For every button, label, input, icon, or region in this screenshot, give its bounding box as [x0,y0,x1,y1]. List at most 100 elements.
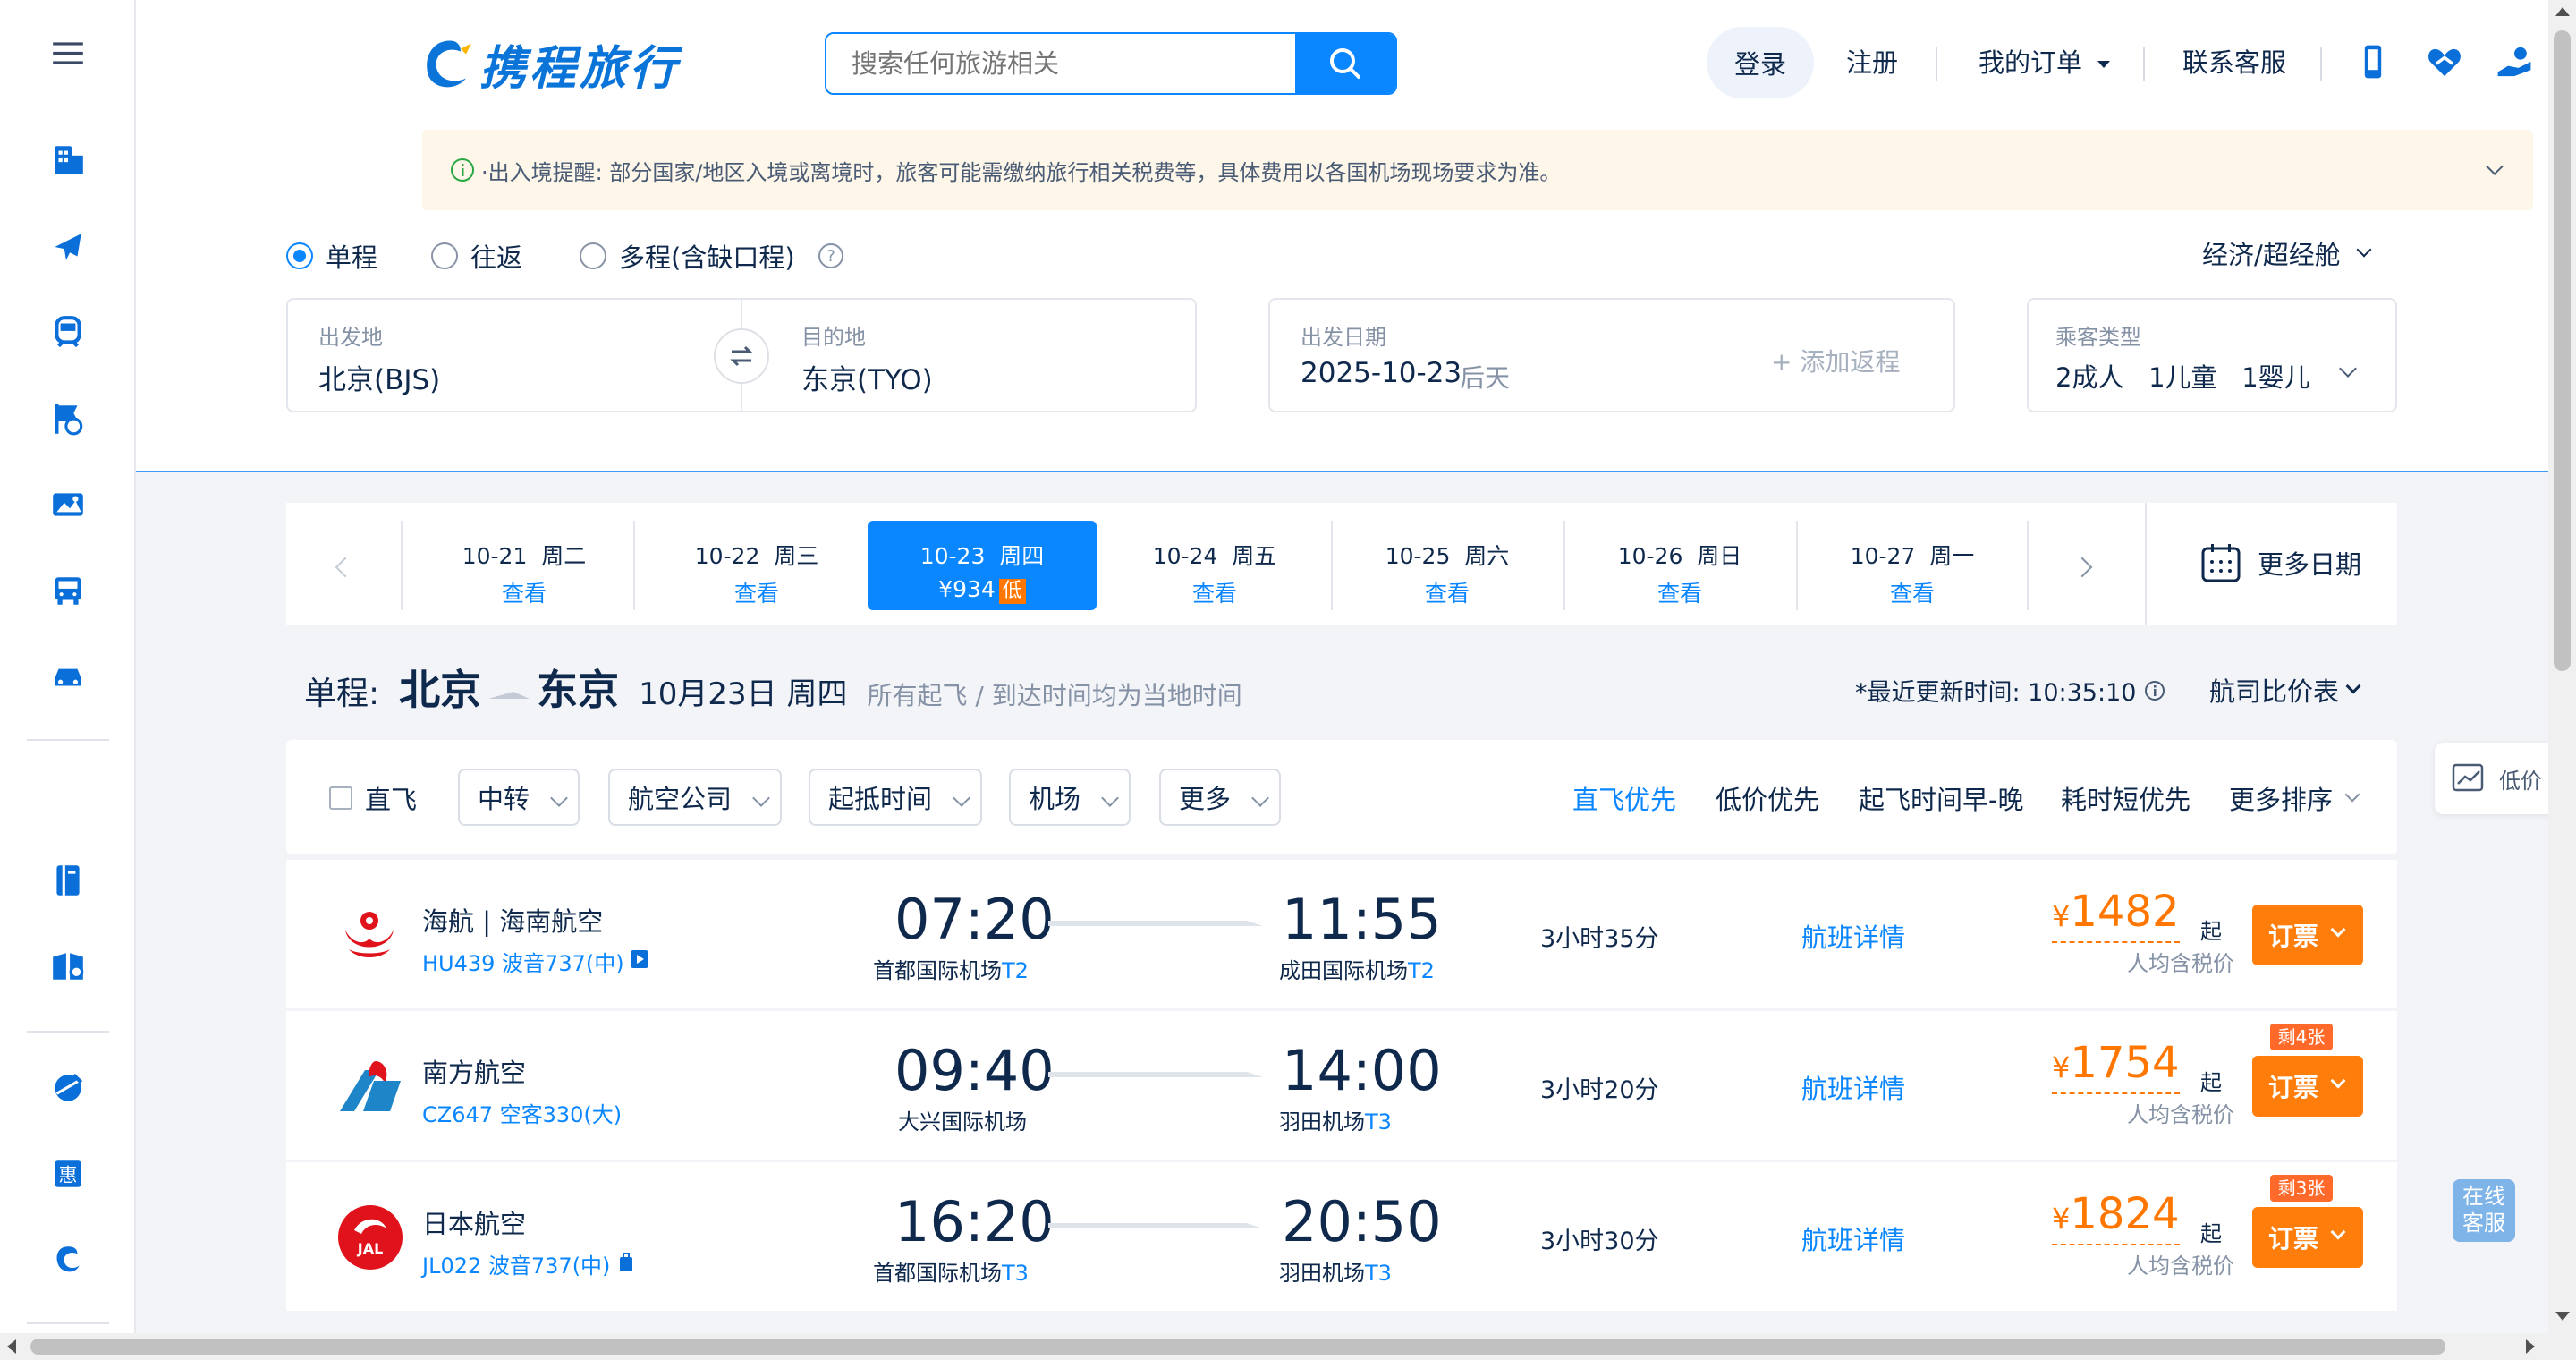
departure-airport-name: 大兴国际机场 [898,1109,1027,1135]
chevron-down-icon [550,789,568,807]
flight-details-link[interactable]: 航班详情 [1801,1220,1905,1257]
notice-expand-icon[interactable] [2486,157,2504,175]
origin-value: 北京(BJS) [318,364,441,396]
vertical-scrollbar[interactable] [2548,0,2576,1333]
global-icon[interactable] [45,1065,91,1111]
passenger-type-field[interactable]: 乘客类型 2成人 1儿童 1婴儿 [2027,298,2397,412]
price-trend-label: 低价 [2499,768,2542,794]
sort-shortest-duration[interactable]: 耗时短优先 [2061,779,2190,817]
search-button[interactable] [1295,34,1395,93]
online-service-button[interactable]: 在线 客服 [2453,1179,2515,1242]
date-cell[interactable]: 10-27 周一 查看 [1798,521,2027,610]
sort-direct-first[interactable]: 直飞优先 [1572,779,1676,817]
info-icon[interactable] [2143,679,2166,702]
prev-dates-button[interactable] [286,521,401,610]
scroll-left-icon[interactable] [7,1339,16,1354]
my-orders-dropdown[interactable]: 我的订单 [1979,45,2111,81]
filter-airline-dropdown[interactable]: 航空公司 [608,769,782,826]
date-cell-day: 10-21 周二 [462,543,587,569]
scroll-right-icon[interactable] [2526,1339,2535,1354]
next-dates-button[interactable] [2029,521,2141,610]
flight-card[interactable]: JAL 日本航空 JL022 波音737(中) 16:20 首都国际机场T3 2… [286,1162,2397,1311]
ctrip-logo[interactable]: 携程旅行 [420,32,680,96]
car-icon[interactable] [45,653,91,700]
date-cell[interactable]: 10-26 周日 查看 [1565,521,1794,610]
visa-icon[interactable] [45,943,91,990]
date-cell-selected[interactable]: 10-23 周四 ¥934 低 [868,521,1097,610]
mobile-app-icon[interactable] [2352,41,2394,82]
flight-card[interactable]: 南方航空 CZ647 空客330(大) 09:40 大兴国际机场 14:00 羽… [286,1011,2397,1160]
attraction-icon[interactable] [45,395,91,442]
scroll-down-icon[interactable] [2555,1312,2570,1321]
register-link[interactable]: 注册 [1846,45,1898,81]
train-icon[interactable] [45,310,91,356]
account-hand-icon[interactable] [2494,41,2535,82]
trip-roundtrip-label: 往返 [470,242,523,273]
vertical-scroll-thumb[interactable] [2554,30,2571,671]
route-prefix: 单程: [304,676,380,712]
flight-icon[interactable] [45,224,91,270]
date-cell[interactable]: 10-21 周二 查看 [410,521,639,610]
deals-icon[interactable]: 惠 [45,1151,91,1197]
book-button[interactable]: 订票 [2252,1207,2363,1268]
flight-number[interactable]: HU439 波音737(中) [422,946,624,977]
help-icon[interactable]: ? [817,242,845,270]
swap-route-button[interactable] [714,328,769,384]
login-button[interactable]: 登录 [1707,27,1814,98]
route-destination: 东京 [537,666,620,714]
date-cell-price: 查看 [501,581,547,607]
ctrip-icon[interactable] [45,1237,91,1283]
charity-heart-icon[interactable] [2424,41,2465,82]
filter-transfer-dropdown[interactable]: 中转 [458,769,580,826]
search-input[interactable] [826,34,1299,93]
airline-compare-dropdown[interactable]: 航司比价表 [2209,671,2361,709]
customer-service-link[interactable]: 联系客服 [2182,45,2286,81]
filter-airport-dropdown[interactable]: 机场 [1009,769,1131,826]
flight-details-link[interactable]: 航班详情 [1801,1068,1905,1106]
book-button[interactable]: 订票 [2252,905,2363,965]
date-cell[interactable]: 10-22 周三 查看 [642,521,871,610]
flight-number[interactable]: CZ647 空客330(大) [422,1097,622,1128]
date-cell[interactable]: 10-25 周六 查看 [1333,521,1562,610]
trip-multicity-radio[interactable]: 多程(含缺口程) ? [580,237,845,275]
caret-down-icon [2097,61,2111,68]
sort-lowest-price[interactable]: 低价优先 [1716,779,1819,817]
video-play-icon[interactable] [630,949,649,969]
horizontal-scroll-thumb[interactable] [30,1339,2445,1355]
filter-time-dropdown[interactable]: 起抵时间 [809,769,982,826]
departure-time: 09:40 [894,1038,1055,1103]
book-button[interactable]: 订票 [2252,1056,2363,1117]
departure-time: 07:20 [894,887,1055,952]
departure-date-field[interactable]: 出发日期 2025-10-23 后天 + 添加返程 [1268,298,1955,412]
seats-left-badge: 剩3张 [2270,1175,2333,1202]
airline-name: 日本航空 [422,1209,527,1239]
cabin-class-dropdown[interactable]: 经济/超经舱 [2202,234,2372,272]
guide-icon[interactable] [45,857,91,904]
airline-name: 南方航空 [422,1058,527,1088]
more-dates-button[interactable]: 更多日期 [2200,542,2361,583]
menu-icon[interactable] [45,30,91,77]
filter-more-dropdown[interactable]: 更多 [1159,769,1281,826]
sort-more-dropdown[interactable]: 更多排序 [2229,779,2360,817]
date-cell[interactable]: 10-24 周五 查看 [1100,521,1329,610]
flight-details-link[interactable]: 航班详情 [1801,917,1905,955]
departure-airport: 首都国际机场T3 [873,1255,1029,1287]
horizontal-scrollbar[interactable] [0,1333,2576,1360]
chevron-down-icon [1251,789,1269,807]
chevron-down-icon [2330,922,2346,938]
trip-oneway-radio[interactable]: 单程 [286,237,377,275]
trip-roundtrip-radio[interactable]: 往返 [431,237,522,275]
arrival-airport-name: 羽田机场 [1279,1261,1365,1286]
hotel-icon[interactable] [45,136,91,183]
bus-icon[interactable] [45,567,91,614]
sort-more-label: 更多排序 [2229,785,2334,815]
scroll-up-icon[interactable] [2555,7,2570,16]
sort-departure-time[interactable]: 起飞时间早-晚 [1859,779,2023,817]
tour-icon[interactable] [45,481,91,528]
add-return-button[interactable]: + 添加返程 [1771,343,1900,378]
flight-number[interactable]: JL022 波音737(中) [422,1248,610,1279]
date-cell-price-wrap: ¥934 低 [868,576,1097,604]
flight-card[interactable]: 海航 | 海南航空 HU439 波音737(中) 07:20 首都国际机场T2 … [286,860,2397,1008]
direct-only-checkbox[interactable]: 直飞 [329,779,417,817]
departure-airport: 大兴国际机场 [898,1104,1027,1135]
